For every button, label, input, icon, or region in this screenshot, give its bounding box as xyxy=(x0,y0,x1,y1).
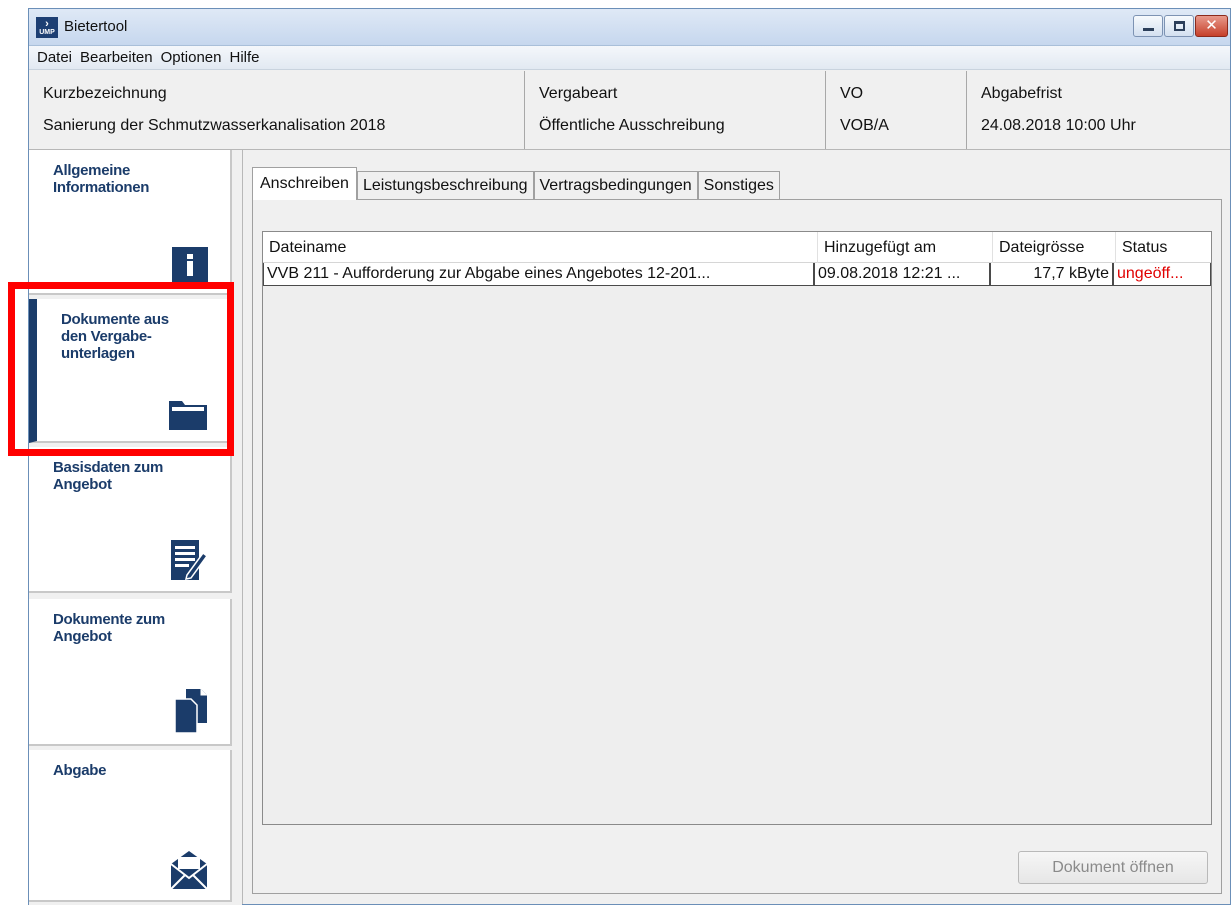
column-header-status[interactable]: Status xyxy=(1116,232,1211,263)
tab-vertragsbedingungen[interactable]: Vertragsbedingungen xyxy=(533,171,698,199)
vergabeart-value: Öffentliche Ausschreibung xyxy=(539,117,725,134)
title-bar: › UMP Bietertool ✕ xyxy=(29,9,1230,46)
tab-panel: Dateiname Hinzugefügt am Dateigrösse Sta… xyxy=(252,199,1222,894)
open-document-button[interactable]: Dokument öffnen xyxy=(1018,851,1208,884)
table-row[interactable]: VVB 211 - Aufforderung zur Abgabe eines … xyxy=(263,263,1211,286)
tab-anschreiben[interactable]: Anschreiben xyxy=(252,167,357,200)
maximize-icon xyxy=(1174,21,1185,31)
minimize-icon xyxy=(1143,28,1154,31)
vergabeart-label: Vergabeart xyxy=(539,85,618,102)
file-table: Dateiname Hinzugefügt am Dateigrösse Sta… xyxy=(262,231,1212,825)
tender-info-header: Kurzbezeichnung Sanierung der Schmutzwas… xyxy=(29,71,1230,150)
envelope-icon xyxy=(170,851,208,890)
menu-hilfe[interactable]: Hilfe xyxy=(225,49,263,66)
sidebar-item-label: Dokumente zum Angebot xyxy=(53,611,165,645)
close-button[interactable]: ✕ xyxy=(1195,15,1228,37)
main-content: Anschreiben Leistungsbeschreibung Vertra… xyxy=(242,150,1230,904)
close-icon: ✕ xyxy=(1205,17,1218,34)
sidebar-item-label: Basisdaten zum Angebot xyxy=(53,459,163,493)
vo-value: VOB/A xyxy=(840,117,889,134)
abgabefrist-label: Abgabefrist xyxy=(981,85,1062,102)
sidebar-item-basisdaten-angebot[interactable]: Basisdaten zum Angebot xyxy=(29,447,232,593)
cell-date-added: 09.08.2018 12:21 ... xyxy=(814,263,990,286)
abgabefrist-value: 24.08.2018 10:00 Uhr xyxy=(981,117,1136,134)
sidebar-item-dokumente-angebot[interactable]: Dokumente zum Angebot xyxy=(29,599,232,746)
app-window: › UMP Bietertool ✕ Datei Bearbeiten Optio… xyxy=(28,8,1231,905)
cell-file-size: 17,7 kByte xyxy=(990,263,1113,286)
info-abgabefrist: Abgabefrist 24.08.2018 10:00 Uhr xyxy=(967,71,1231,149)
window-title: Bietertool xyxy=(64,18,128,35)
app-logo-icon: › UMP xyxy=(36,17,58,38)
menu-optionen[interactable]: Optionen xyxy=(157,49,226,66)
column-header-hinzugefuegt[interactable]: Hinzugefügt am xyxy=(818,232,993,263)
kurzbezeichnung-label: Kurzbezeichnung xyxy=(43,85,167,102)
cell-status: ungeöff... xyxy=(1113,263,1211,286)
cell-filename: VVB 211 - Aufforderung zur Abgabe eines … xyxy=(263,263,814,286)
menu-bar: Datei Bearbeiten Optionen Hilfe xyxy=(29,46,1230,70)
documents-icon xyxy=(174,689,207,734)
sidebar-item-dokumente-vergabeunterlagen[interactable]: Dokumente aus den Vergabe- unterlagen xyxy=(29,299,232,443)
menu-datei[interactable]: Datei xyxy=(33,49,76,66)
minimize-button[interactable] xyxy=(1133,15,1163,37)
sidebar: Allgemeine Informationen Dokumente aus d… xyxy=(29,150,242,905)
column-header-dateiname[interactable]: Dateiname xyxy=(263,232,818,263)
info-icon xyxy=(172,247,208,283)
folder-icon xyxy=(169,401,207,430)
sidebar-item-allgemeine-informationen[interactable]: Allgemeine Informationen xyxy=(29,150,232,295)
sidebar-item-label: Allgemeine Informationen xyxy=(53,162,150,196)
info-vo: VO VOB/A xyxy=(826,71,967,149)
edit-document-icon xyxy=(171,540,208,580)
vo-label: VO xyxy=(840,85,864,102)
sidebar-item-label: Abgabe xyxy=(53,762,107,779)
info-vergabeart: Vergabeart Öffentliche Ausschreibung xyxy=(525,71,826,149)
menu-bearbeiten[interactable]: Bearbeiten xyxy=(76,49,157,66)
sidebar-item-abgabe[interactable]: Abgabe xyxy=(29,750,232,902)
tab-leistungsbeschreibung[interactable]: Leistungsbeschreibung xyxy=(356,171,534,199)
table-header: Dateiname Hinzugefügt am Dateigrösse Sta… xyxy=(263,232,1211,263)
kurzbezeichnung-value: Sanierung der Schmutzwasserkanalisation … xyxy=(43,117,386,134)
tab-sonstiges[interactable]: Sonstiges xyxy=(697,171,780,199)
maximize-button[interactable] xyxy=(1164,15,1194,37)
column-header-dateigroesse[interactable]: Dateigrösse xyxy=(993,232,1116,263)
sidebar-item-label: Dokumente aus den Vergabe- unterlagen xyxy=(61,311,169,362)
info-kurzbezeichnung: Kurzbezeichnung Sanierung der Schmutzwas… xyxy=(29,71,525,149)
tab-bar: Anschreiben Leistungsbeschreibung Vertra… xyxy=(252,167,780,200)
